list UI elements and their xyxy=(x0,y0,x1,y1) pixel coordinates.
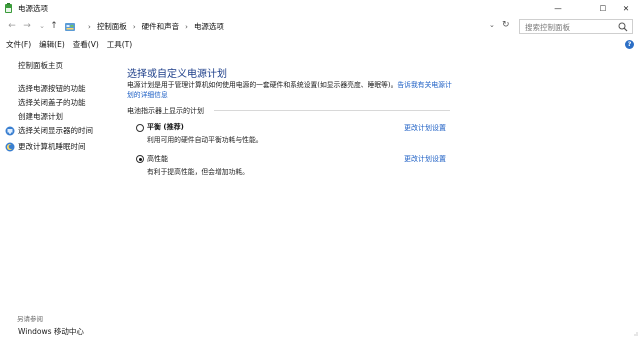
breadcrumb-separator: › xyxy=(185,22,188,31)
plan-balanced-description: 利用可用的硬件自动平衡功耗与性能。 xyxy=(147,136,263,144)
plan-high-performance-description: 有利于提高性能，但会增加功耗。 xyxy=(147,168,249,176)
windows-mobility-center-link[interactable]: Windows 移动中心 xyxy=(18,326,84,337)
page-description: 电源计划是用于管理计算机如何使用电源的一套硬件和系统设置(如显示器亮度、睡眠等)… xyxy=(127,81,457,100)
breadcrumb-item-control-panel[interactable]: 控制面板 xyxy=(97,21,127,32)
up-button[interactable]: ↑ xyxy=(48,20,60,33)
sidebar-item-create-plan[interactable]: 创建电源计划 xyxy=(18,111,63,122)
search-icon xyxy=(618,22,628,32)
close-button[interactable]: ✕ xyxy=(612,0,640,17)
breadcrumb[interactable]: › 控制面板 › 硬件和声音 › 电源选项 xyxy=(64,19,484,34)
menu-edit[interactable]: 编辑(E) xyxy=(39,39,65,50)
sidebar-item-power-button[interactable]: 选择电源按钮的功能 xyxy=(18,83,86,94)
title-bar: 电源选项 — ☐ ✕ xyxy=(0,0,640,17)
sidebar: 控制面板主页 选择电源按钮的功能 选择关闭盖子的功能 创建电源计划 选择关闭显示… xyxy=(0,53,112,338)
recent-locations-button[interactable]: ⌄ xyxy=(36,20,48,33)
sidebar-item-display-off[interactable]: 选择关闭显示器的时间 xyxy=(18,125,93,136)
plan-high-performance-name[interactable]: 高性能 xyxy=(147,154,168,164)
power-options-app-icon xyxy=(5,3,12,13)
display-settings-icon xyxy=(5,126,15,136)
sleep-settings-icon xyxy=(5,142,15,152)
forward-button[interactable]: → xyxy=(21,20,33,33)
sidebar-item-sleep[interactable]: 更改计算机睡眠时间 xyxy=(18,141,86,152)
sidebar-item-home[interactable]: 控制面板主页 xyxy=(18,60,63,71)
menu-file[interactable]: 文件(F) xyxy=(6,39,31,50)
section-heading: 电池指示器上显示的计划 xyxy=(127,107,204,115)
search-box[interactable]: 搜索控制面板 xyxy=(519,19,633,34)
refresh-icon[interactable]: ↻ xyxy=(502,20,510,30)
breadcrumb-separator: › xyxy=(132,22,136,31)
section-divider xyxy=(214,110,450,111)
breadcrumb-separator: › xyxy=(88,22,91,31)
address-dropdown-icon[interactable]: ⌄ xyxy=(489,21,495,29)
page-title: 选择或自定义电源计划 xyxy=(127,69,227,80)
resize-grip-icon[interactable] xyxy=(632,330,638,336)
plan-balanced-name[interactable]: 平衡 (推荐) xyxy=(147,122,184,132)
breadcrumb-item-power-options[interactable]: 电源选项 xyxy=(194,21,224,32)
plan-high-performance-radio[interactable] xyxy=(136,155,144,163)
see-also-label: 另请参阅 xyxy=(17,315,43,323)
menu-tools[interactable]: 工具(T) xyxy=(107,39,132,50)
menu-view[interactable]: 查看(V) xyxy=(73,39,99,50)
back-button[interactable]: ← xyxy=(6,20,18,33)
address-bar: ← → ⌄ ↑ › 控制面板 › 硬件和声音 › 电源选项 ⌄ ↻ 搜索控制面板 xyxy=(0,17,640,36)
plan-balanced-change-settings-link[interactable]: 更改计划设置 xyxy=(404,123,446,133)
sidebar-item-lid-close[interactable]: 选择关闭盖子的功能 xyxy=(18,97,86,108)
plan-high-performance-change-settings-link[interactable]: 更改计划设置 xyxy=(404,154,446,164)
menu-bar: 文件(F) 编辑(E) 查看(V) 工具(T) ? xyxy=(0,37,640,52)
control-panel-icon xyxy=(65,22,75,31)
breadcrumb-item-hardware-sound[interactable]: 硬件和声音 xyxy=(142,21,180,32)
minimize-button[interactable]: — xyxy=(544,0,572,17)
window-title: 电源选项 xyxy=(18,4,48,13)
main-content: 选择或自定义电源计划 电源计划是用于管理计算机如何使用电源的一套硬件和系统设置(… xyxy=(112,53,640,338)
help-icon[interactable]: ? xyxy=(625,40,634,49)
description-text: 电源计划是用于管理计算机如何使用电源的一套硬件和系统设置(如显示器亮度、睡眠等)… xyxy=(127,81,398,89)
plan-balanced-radio[interactable] xyxy=(136,124,144,132)
search-placeholder: 搜索控制面板 xyxy=(525,23,570,32)
